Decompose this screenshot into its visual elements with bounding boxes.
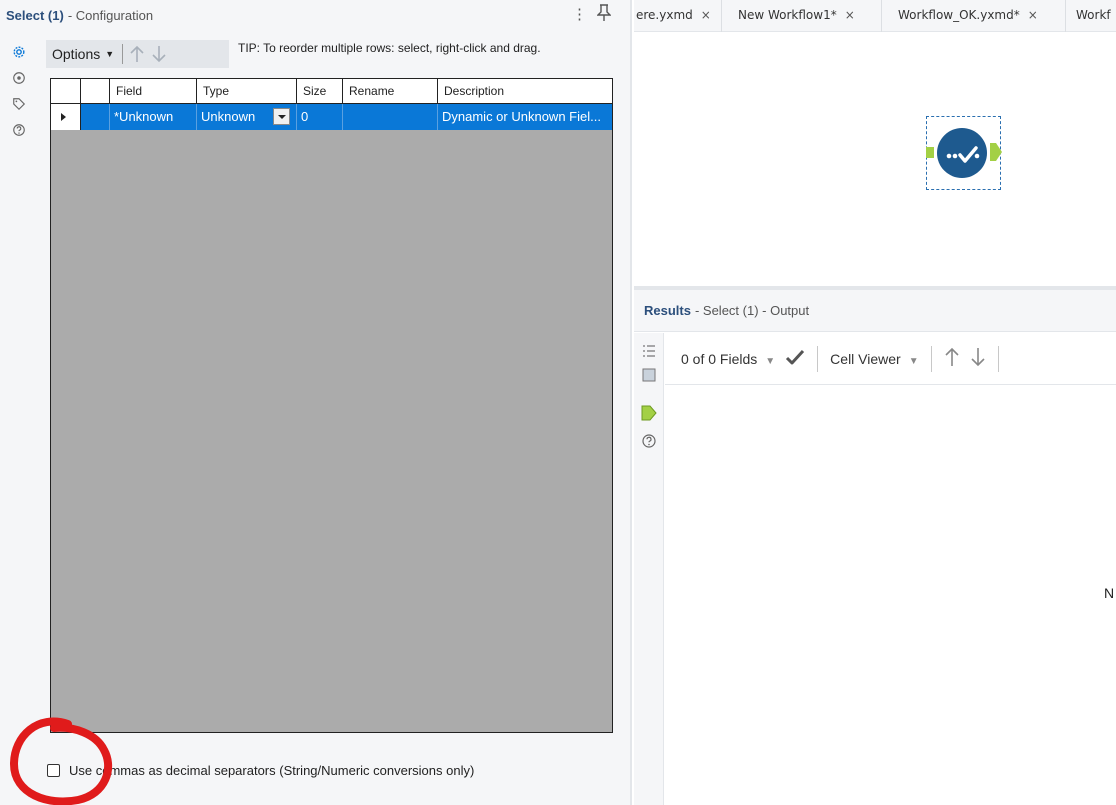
fields-selector-label: 0 of 0 Fields xyxy=(681,350,758,367)
tab-workflow-1[interactable]: ere.yxmd × xyxy=(634,0,722,32)
select-tool-icon[interactable] xyxy=(937,128,987,178)
target-icon[interactable] xyxy=(11,70,27,86)
toolbar-divider xyxy=(122,44,124,64)
checkmark-icon[interactable] xyxy=(785,349,805,368)
tab-label: Workf xyxy=(1076,8,1111,22)
grid-header-arrow-col xyxy=(51,79,81,104)
tab-workflow-3[interactable]: Workflow_OK.yxmd* × xyxy=(882,0,1066,32)
grid-header: Field Type Size Rename Description xyxy=(51,79,612,104)
scroll-down-icon[interactable] xyxy=(970,347,986,370)
tab-workflow-4[interactable]: Workf xyxy=(1066,0,1116,32)
output-anchor-tab-icon[interactable] xyxy=(641,405,657,421)
tab-label: ere.yxmd xyxy=(636,8,693,22)
caret-down-icon: ▼ xyxy=(908,355,919,367)
panel-title: Select (1) xyxy=(6,7,64,23)
tab-workflow-2[interactable]: New Workflow1* × xyxy=(722,0,882,32)
cell-rename[interactable] xyxy=(343,104,438,130)
results-empty-message: N xyxy=(1104,585,1115,601)
column-header-size[interactable]: Size xyxy=(297,79,343,104)
row-check-cell[interactable]: ✓ xyxy=(81,104,110,130)
help-icon[interactable] xyxy=(641,433,657,449)
comma-decimal-label[interactable]: Use commas as decimal separators (String… xyxy=(69,763,474,778)
toolbar-divider xyxy=(997,345,999,372)
close-icon[interactable]: × xyxy=(701,8,711,22)
results-subtitle: - Select (1) - Output xyxy=(694,303,810,318)
reorder-tip: TIP: To reorder multiple rows: select, r… xyxy=(238,41,541,55)
options-label: Options xyxy=(52,46,101,62)
list-icon[interactable] xyxy=(641,343,657,359)
cell-type-value: Unknown xyxy=(201,109,256,124)
pin-icon[interactable] xyxy=(596,4,612,22)
results-toolbar: 0 of 0 Fields ▼ Cell Viewer ▼ xyxy=(665,333,1116,385)
toolbar-divider xyxy=(817,345,819,372)
move-up-icon[interactable] xyxy=(129,44,145,64)
output-anchor-icon[interactable] xyxy=(990,143,1002,161)
scroll-up-icon[interactable] xyxy=(944,347,960,370)
results-title: Results xyxy=(644,303,691,318)
column-header-field[interactable]: Field xyxy=(110,79,197,104)
fields-selector[interactable]: 0 of 0 Fields ▼ xyxy=(681,351,775,367)
grid-header-check-col xyxy=(81,79,110,104)
close-icon[interactable]: × xyxy=(845,8,855,22)
results-body[interactable] xyxy=(665,386,1116,805)
options-dropdown[interactable]: Options ▼ xyxy=(46,40,114,68)
help-icon[interactable] xyxy=(11,122,27,138)
cell-field[interactable]: *Unknown xyxy=(110,104,197,130)
gear-icon[interactable] xyxy=(11,44,27,60)
configuration-panel: Select (1) - Configuration ⋮ Options ▼ T… xyxy=(0,0,632,805)
cell-viewer-dropdown[interactable]: Cell Viewer ▼ xyxy=(830,351,918,367)
configuration-toolbar: Options ▼ xyxy=(46,40,229,68)
field-grid[interactable]: Field Type Size Rename Description ✓ *Un… xyxy=(50,78,613,733)
workflow-tab-strip: ere.yxmd × New Workflow1* × Workflow_OK.yx… xyxy=(634,0,1116,32)
panel-subtitle: - Configuration xyxy=(67,7,154,23)
row-selector-arrow-icon[interactable] xyxy=(51,104,81,130)
results-header: Results - Select (1) - Output xyxy=(634,290,1116,332)
column-header-type[interactable]: Type xyxy=(197,79,297,104)
tag-icon[interactable] xyxy=(11,96,27,112)
input-anchor-icon[interactable] xyxy=(926,147,934,158)
workflow-canvas[interactable] xyxy=(634,33,1116,286)
cell-viewer-label: Cell Viewer xyxy=(830,350,901,367)
move-down-icon[interactable] xyxy=(151,44,167,64)
table-row[interactable]: ✓ *Unknown Unknown 0 Dynamic or Unknown … xyxy=(51,104,612,130)
note-icon[interactable] xyxy=(641,367,657,383)
cell-description[interactable]: Dynamic or Unknown Fiel... xyxy=(438,104,612,130)
column-header-rename[interactable]: Rename xyxy=(343,79,438,104)
configuration-header: Select (1) - Configuration xyxy=(0,0,632,30)
more-options-icon[interactable]: ⋮ xyxy=(572,5,587,23)
results-side-toolbar xyxy=(634,333,664,805)
toolbar-divider xyxy=(930,345,932,372)
type-dropdown-button[interactable] xyxy=(273,108,290,125)
tab-label: Workflow_OK.yxmd* xyxy=(898,8,1020,22)
caret-down-icon: ▼ xyxy=(105,49,115,59)
tab-label: New Workflow1* xyxy=(738,8,837,22)
red-annotation-circle xyxy=(9,717,112,805)
caret-down-icon: ▼ xyxy=(765,355,776,367)
close-icon[interactable]: × xyxy=(1028,8,1038,22)
cell-size[interactable]: 0 xyxy=(297,104,343,130)
column-header-description[interactable]: Description xyxy=(438,79,612,104)
configuration-side-toolbar xyxy=(0,34,40,805)
